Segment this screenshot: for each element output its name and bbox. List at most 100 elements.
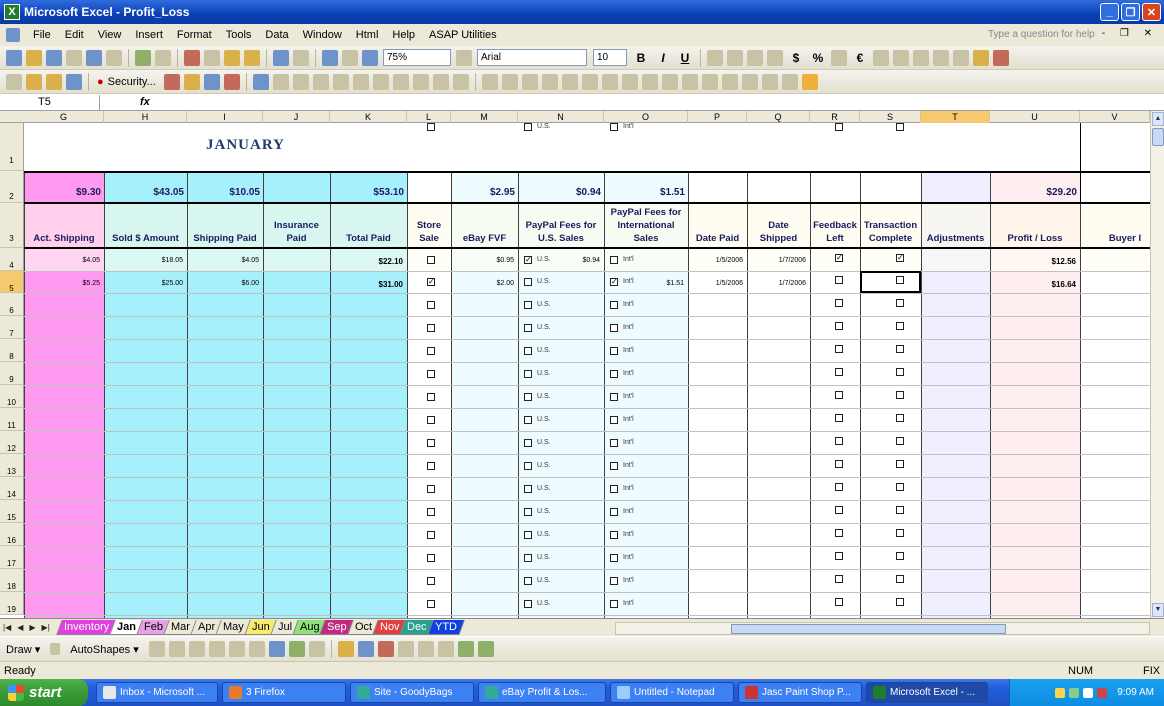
- feedback-left-checkbox[interactable]: [835, 598, 843, 606]
- cell-act_shipping[interactable]: $4.05: [24, 257, 100, 264]
- wordart-icon[interactable]: [248, 641, 265, 657]
- menu-file[interactable]: File: [26, 29, 58, 41]
- store-sale-checkbox[interactable]: [427, 485, 435, 493]
- start-button[interactable]: start: [0, 679, 88, 706]
- feedback-left-checkbox[interactable]: [835, 575, 843, 583]
- arrow-style-icon[interactable]: [437, 641, 454, 657]
- italic-button[interactable]: I: [656, 51, 670, 65]
- feedback-left-checkbox[interactable]: [835, 506, 843, 514]
- new-icon[interactable]: [6, 49, 22, 66]
- toolbar-icon[interactable]: [292, 73, 309, 90]
- record-macro-icon[interactable]: ●: [97, 76, 104, 88]
- intl-sale-checkbox[interactable]: [610, 416, 618, 424]
- store-sale-checkbox[interactable]: [427, 301, 435, 309]
- task-site-goodybags[interactable]: Site - GoodyBags: [350, 682, 474, 703]
- hyperlink-icon[interactable]: [322, 49, 338, 66]
- us-sale-checkbox[interactable]: [524, 577, 532, 585]
- toolbar-icon[interactable]: [761, 73, 778, 90]
- intl-sale-checkbox[interactable]: [610, 347, 618, 355]
- toolbar-icon[interactable]: [541, 73, 558, 90]
- cell-act_shipping[interactable]: $5.25: [24, 280, 100, 287]
- toolbar-icon[interactable]: [332, 73, 349, 90]
- store-sale-checkbox[interactable]: [427, 256, 435, 264]
- cell-sold_amount[interactable]: $18.05: [104, 257, 183, 264]
- worksheet-grid[interactable]: JANUARY $9.30 $43.05 $10.05 $53.10 $2.95 $0.94…: [24, 123, 1150, 618]
- transaction-complete-checkbox[interactable]: [896, 322, 904, 330]
- toolbar-icon[interactable]: [272, 73, 289, 90]
- row-header-10[interactable]: 10: [0, 385, 24, 408]
- zoom-select[interactable]: 75%: [383, 49, 451, 66]
- scroll-up-arrow[interactable]: ▲: [1152, 112, 1164, 126]
- us-sale-checkbox[interactable]: [524, 324, 532, 332]
- arrow-icon[interactable]: [168, 641, 185, 657]
- intl-sale-checkbox[interactable]: [610, 324, 618, 332]
- fill-color-icon[interactable]: [337, 641, 354, 657]
- oval-icon[interactable]: [208, 641, 225, 657]
- toolbar-icon[interactable]: [621, 73, 638, 90]
- align-right-icon[interactable]: [747, 49, 763, 66]
- us-sale-checkbox[interactable]: [524, 301, 532, 309]
- row-header-4[interactable]: 4: [0, 248, 24, 271]
- dash-style-icon[interactable]: [417, 641, 434, 657]
- decrease-indent-icon[interactable]: [913, 49, 929, 66]
- store-sale-checkbox[interactable]: [427, 347, 435, 355]
- draw-menu[interactable]: Draw ▾: [6, 643, 40, 656]
- task-excel[interactable]: Microsoft Excel - ...: [866, 682, 988, 703]
- feedback-left-checkbox[interactable]: [835, 483, 843, 491]
- toolbar-icon[interactable]: [661, 73, 678, 90]
- menu-window[interactable]: Window: [296, 29, 349, 41]
- row-header-1[interactable]: 1: [0, 123, 24, 171]
- last-sheet-arrow[interactable]: ▶|: [42, 623, 50, 632]
- toolbar-icon[interactable]: [581, 73, 598, 90]
- spelling-icon[interactable]: [135, 49, 151, 66]
- line-icon[interactable]: [148, 641, 165, 657]
- name-box[interactable]: T5: [0, 94, 100, 110]
- transaction-complete-checkbox[interactable]: [896, 437, 904, 445]
- restore-button[interactable]: ❐: [1121, 3, 1140, 21]
- toolbar-icon[interactable]: [561, 73, 578, 90]
- increase-indent-icon[interactable]: [933, 49, 949, 66]
- comma-style-icon[interactable]: [831, 49, 847, 66]
- toolbar-icon[interactable]: [432, 73, 449, 90]
- transaction-complete-checkbox[interactable]: [896, 483, 904, 491]
- row-header-17[interactable]: 17: [0, 546, 24, 569]
- toolbar-icon[interactable]: [412, 73, 429, 90]
- feedback-left-checkbox[interactable]: [835, 322, 843, 330]
- column-header-p[interactable]: P: [688, 111, 747, 123]
- toolbar-icon[interactable]: [721, 73, 738, 90]
- cell-date_paid[interactable]: 1/5/2006: [688, 280, 743, 287]
- next-sheet-arrow[interactable]: ▶: [29, 623, 35, 632]
- feedback-left-checkbox[interactable]: [835, 414, 843, 422]
- feedback-left-checkbox[interactable]: [835, 552, 843, 560]
- transaction-complete-checkbox[interactable]: [896, 414, 904, 422]
- menu-edit[interactable]: Edit: [58, 29, 91, 41]
- toolbar-icon[interactable]: [641, 73, 658, 90]
- us-sale-checkbox[interactable]: [524, 123, 532, 131]
- intl-sale-checkbox[interactable]: [610, 256, 618, 264]
- copy-icon[interactable]: [204, 49, 220, 66]
- transaction-complete-checkbox[interactable]: [896, 529, 904, 537]
- column-header-k[interactable]: K: [330, 111, 407, 123]
- toolbar-icon[interactable]: [681, 73, 698, 90]
- row-header-9[interactable]: 9: [0, 362, 24, 385]
- toolbar-icon[interactable]: [781, 73, 798, 90]
- menu-tools[interactable]: Tools: [219, 29, 259, 41]
- font-size-select[interactable]: 10: [593, 49, 627, 66]
- redo-icon[interactable]: [293, 49, 309, 66]
- store-sale-checkbox[interactable]: [427, 324, 435, 332]
- document-window-controls[interactable]: - ❐ ✕: [1102, 28, 1158, 39]
- undo-icon[interactable]: [273, 49, 289, 66]
- row-header-3[interactable]: 3: [0, 203, 24, 248]
- intl-sale-checkbox[interactable]: [610, 462, 618, 470]
- toolbar-icon[interactable]: [452, 73, 469, 90]
- us-sale-checkbox[interactable]: [524, 393, 532, 401]
- research-icon[interactable]: [155, 49, 171, 66]
- toolbar-icon[interactable]: [203, 73, 220, 90]
- transaction-complete-checkbox[interactable]: [896, 506, 904, 514]
- tray-icon[interactable]: [1097, 687, 1108, 698]
- picture-icon[interactable]: [308, 641, 325, 657]
- bold-button[interactable]: B: [634, 51, 648, 65]
- us-sale-checkbox[interactable]: [524, 531, 532, 539]
- select-objects-icon[interactable]: [50, 643, 61, 655]
- row-header-6[interactable]: 6: [0, 293, 24, 316]
